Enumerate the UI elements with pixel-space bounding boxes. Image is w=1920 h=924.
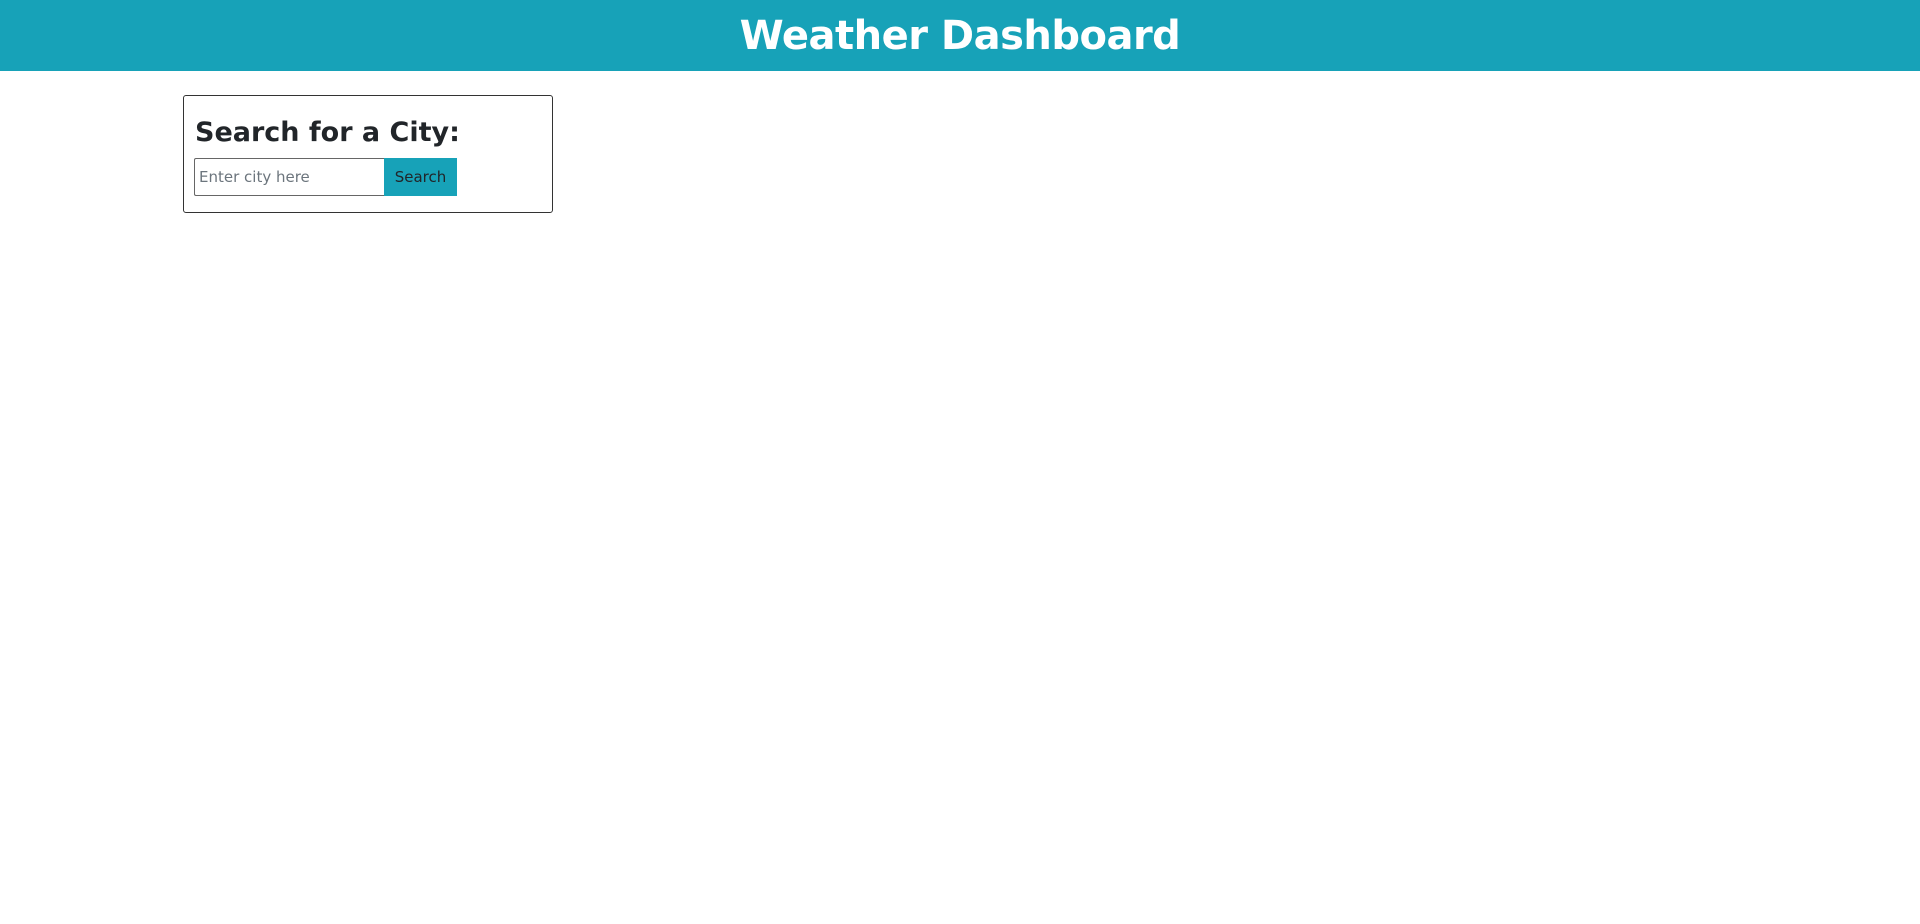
search-button[interactable]: Search (384, 158, 457, 196)
page-title: Weather Dashboard (739, 12, 1181, 59)
search-form: Search (194, 158, 457, 196)
search-card: Search for a City: Search (183, 95, 553, 213)
city-search-input[interactable] (194, 158, 384, 196)
app-header: Weather Dashboard (0, 0, 1920, 71)
search-heading: Search for a City: (195, 117, 460, 148)
